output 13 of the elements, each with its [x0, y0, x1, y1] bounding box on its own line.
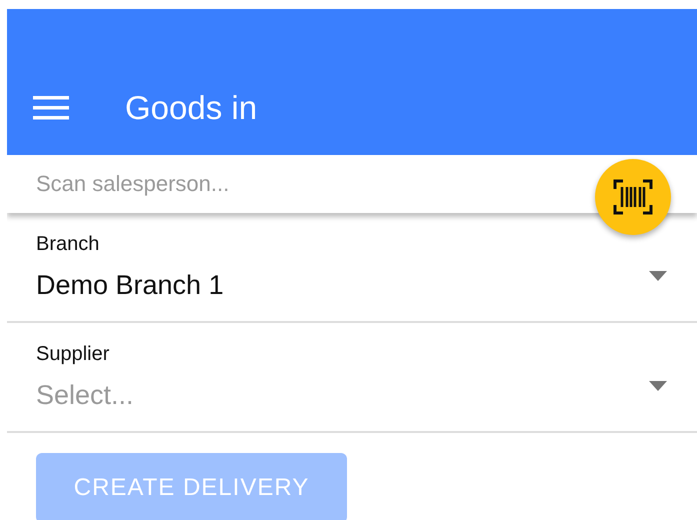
barcode-scan-button[interactable] [595, 159, 671, 235]
field-placeholder: Select... [36, 378, 134, 412]
menu-icon[interactable] [33, 96, 69, 120]
field-label: Branch [36, 232, 100, 256]
dropdown-caret-icon [649, 381, 667, 391]
scan-field[interactable]: Scan salesperson... [7, 155, 567, 213]
barcode-icon [613, 179, 653, 215]
dropdown-caret-icon [649, 271, 667, 281]
field-label: Supplier [36, 342, 110, 366]
dropdown-field[interactable]: Supplier Select... [7, 323, 697, 433]
dropdown-field[interactable]: Branch Demo Branch 1 [7, 213, 697, 323]
field-value: Demo Branch 1 [36, 268, 224, 302]
app-title: Goods in [125, 88, 258, 128]
